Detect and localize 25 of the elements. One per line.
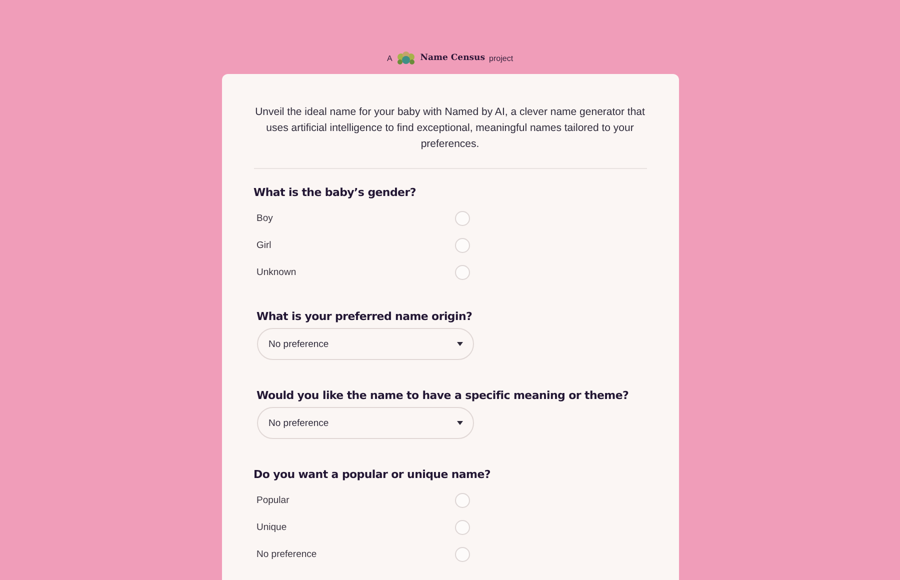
dropdown-select[interactable]: No preference [256,407,474,439]
option-label: Unique [256,522,288,533]
header-prefix: A [386,54,392,62]
radio-button[interactable] [454,547,470,562]
option-label: No preference [256,549,318,560]
radio-button[interactable] [454,265,470,280]
flower-logo-icon [396,51,416,65]
dropdown-select[interactable]: No preference [256,328,474,360]
option-label: Popular [256,495,290,506]
option-label: Unknown [256,267,298,278]
option-label: Boy [256,213,274,224]
brand-name[interactable]: Name Census [420,53,486,63]
radio-button[interactable] [454,493,470,508]
caret-icon [456,342,462,346]
header-suffix: project [489,54,514,62]
radio-button[interactable] [454,211,470,226]
question-title: Would you like the name to have a specific meaning or theme? [256,389,630,402]
caret-icon [456,421,462,425]
intro-text: Unveil the ideal name for your baby with Named by AI, a clever name generator that uses artificial intelligence to find exceptional, meaningful names tailored to your preferences. [254,105,646,152]
option-label: Girl [256,240,272,251]
radio-button[interactable] [454,238,470,253]
question-title: What is the baby’s gender? [254,186,417,199]
question-title: Do you want a popular or unique name? [254,468,492,481]
radio-button[interactable] [454,520,470,535]
question-title: What is your preferred name origin? [256,310,474,323]
